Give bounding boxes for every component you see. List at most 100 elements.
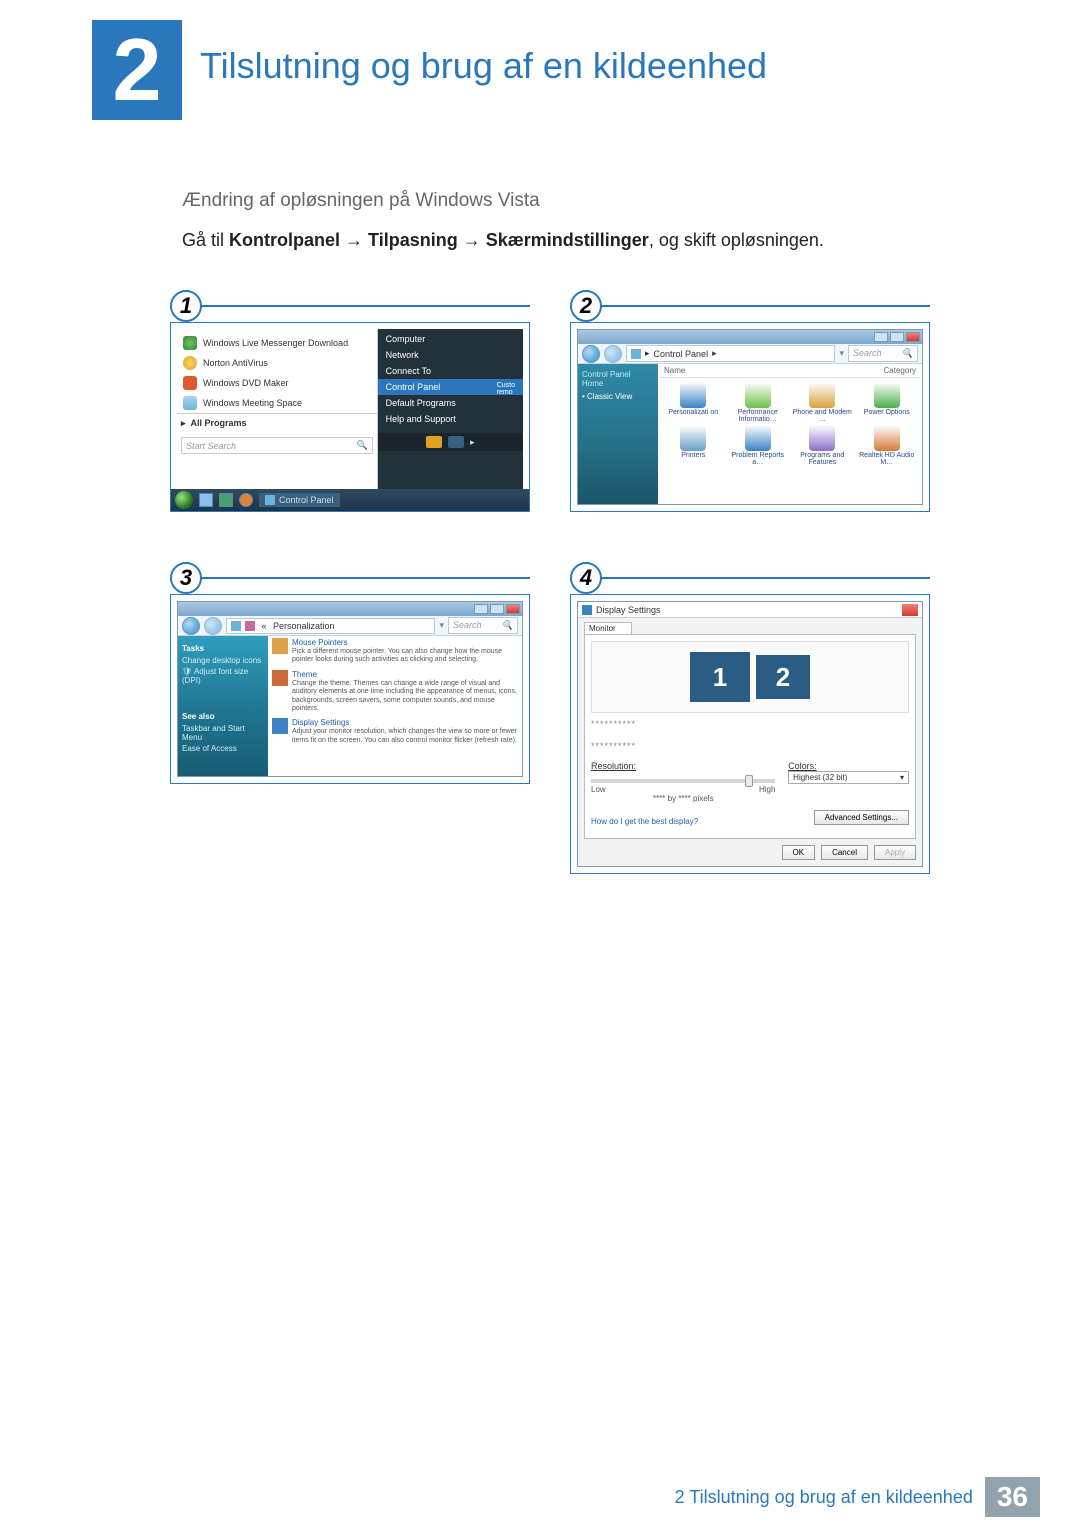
control-panel-icon bbox=[631, 349, 641, 359]
ok-button[interactable]: OK bbox=[782, 845, 816, 860]
search-input[interactable]: Search🔍 bbox=[448, 617, 518, 634]
resolution-value: **** by **** pixels bbox=[591, 794, 775, 803]
screenshot-display-settings: Display Settings Monitor 1 2 ********** … bbox=[570, 594, 930, 874]
dialog-titlebar: Display Settings bbox=[578, 602, 922, 618]
start-right-item-control-panel[interactable]: Control Panel Custoremo bbox=[378, 379, 523, 395]
search-input[interactable]: Search🔍 bbox=[848, 345, 918, 362]
resolution-slider[interactable] bbox=[591, 779, 775, 783]
cp-item-icon bbox=[809, 382, 835, 408]
breadcrumb[interactable]: ▸ Control Panel ▸ bbox=[626, 345, 835, 362]
slider-thumb[interactable] bbox=[745, 775, 753, 787]
cp-item[interactable]: Problem Reports a… bbox=[727, 425, 790, 466]
nav-back-button[interactable] bbox=[182, 617, 200, 635]
nav-forward-button[interactable] bbox=[204, 617, 222, 635]
cp-item-icon bbox=[680, 425, 706, 451]
nav-forward-button[interactable] bbox=[604, 345, 622, 363]
personalization-link[interactable]: Theme bbox=[292, 670, 518, 679]
search-icon: 🔍 bbox=[502, 620, 513, 631]
step-2: 2 ▸ Control Panel ▸ bbox=[570, 290, 930, 512]
step-number: 2 bbox=[570, 290, 602, 322]
page-footer: 2 Tilslutning og brug af en kildeenhed 3… bbox=[0, 1477, 1040, 1517]
taskbar-button-control-panel[interactable]: Control Panel bbox=[259, 493, 340, 507]
maximize-button[interactable] bbox=[890, 332, 904, 342]
sidebar-link[interactable]: Ease of Access bbox=[182, 743, 264, 754]
sidebar-link[interactable]: 🛡 Adjust font size (DPI) bbox=[182, 666, 264, 686]
footer-label: 2 Tilslutning og brug af en kildeenhed bbox=[675, 1487, 973, 1508]
section-icon bbox=[272, 718, 288, 734]
cp-item[interactable]: Printers bbox=[662, 425, 725, 466]
start-orb-icon[interactable] bbox=[175, 491, 193, 509]
footer-page-number: 36 bbox=[985, 1477, 1040, 1517]
cp-home-link[interactable]: Control Panel Home bbox=[582, 368, 654, 390]
section-icon bbox=[272, 638, 288, 654]
power-icon[interactable] bbox=[448, 436, 464, 448]
personalization-icon bbox=[245, 621, 255, 631]
monitor-preview[interactable]: 1 2 bbox=[591, 641, 909, 713]
step-4: 4 Display Settings Monitor 1 2 *********… bbox=[570, 562, 930, 874]
maximize-button[interactable] bbox=[490, 604, 504, 614]
personalization-sidebar: Tasks Change desktop icons 🛡 Adjust font… bbox=[178, 636, 268, 776]
screenshot-personalization: « Personalization ▾ Search🔍 Tasks Change… bbox=[170, 594, 530, 784]
step-number: 1 bbox=[170, 290, 202, 322]
start-right-item[interactable]: Default Programs bbox=[378, 395, 523, 411]
minimize-button[interactable] bbox=[874, 332, 888, 342]
colors-dropdown[interactable]: Highest (32 bit)▾ bbox=[788, 771, 909, 784]
monitor-1[interactable]: 1 bbox=[690, 652, 750, 702]
taskbar: Control Panel bbox=[171, 489, 529, 511]
chevron-right-icon[interactable]: ▸ bbox=[470, 437, 475, 448]
breadcrumb[interactable]: « Personalization bbox=[226, 618, 435, 634]
column-headers: NameCategory bbox=[660, 366, 920, 378]
start-right-item[interactable]: Connect To bbox=[378, 363, 523, 379]
quicklaunch-icon[interactable] bbox=[219, 493, 233, 507]
link-description: Change the theme. Themes can change a wi… bbox=[292, 680, 518, 714]
start-search-input[interactable]: Start Search 🔍 bbox=[181, 437, 373, 454]
dvd-maker-icon bbox=[183, 376, 197, 390]
advanced-settings-button[interactable]: Advanced Settings... bbox=[814, 810, 909, 825]
window-titlebar bbox=[178, 602, 522, 616]
quicklaunch-icon[interactable] bbox=[239, 493, 253, 507]
personalization-link[interactable]: Mouse Pointers bbox=[292, 638, 518, 647]
search-icon: 🔍 bbox=[356, 440, 367, 451]
close-button[interactable] bbox=[906, 332, 920, 342]
blurred-text: ********** bbox=[591, 719, 909, 729]
cp-classic-view-link[interactable]: • Classic View bbox=[582, 390, 654, 403]
cp-item-icon bbox=[745, 382, 771, 408]
control-panel-icon bbox=[265, 495, 275, 505]
resolution-label: Resolution: bbox=[591, 761, 775, 771]
cp-item[interactable]: Performance Informatio… bbox=[727, 382, 790, 423]
tab-monitor[interactable]: Monitor bbox=[584, 622, 632, 634]
cp-item[interactable]: Realtek HD Audio M… bbox=[856, 425, 919, 466]
minimize-button[interactable] bbox=[474, 604, 488, 614]
sidebar-link[interactable]: Change desktop icons bbox=[182, 655, 264, 666]
cp-item[interactable]: Phone and Modem … bbox=[791, 382, 854, 423]
close-button[interactable] bbox=[902, 604, 918, 616]
personalization-link[interactable]: Display Settings bbox=[292, 718, 518, 727]
all-programs[interactable]: ▸ All Programs bbox=[177, 413, 377, 433]
cp-item-icon bbox=[809, 425, 835, 451]
search-icon: 🔍 bbox=[902, 348, 913, 359]
cp-sidebar: Control Panel Home • Classic View bbox=[578, 364, 658, 504]
cp-item[interactable]: Personalizati on bbox=[662, 382, 725, 423]
start-right-item[interactable]: Computer bbox=[378, 331, 523, 347]
start-right-item[interactable]: Help and Support bbox=[378, 411, 523, 427]
link-description: Pick a different mouse pointer. You can … bbox=[292, 648, 518, 665]
cp-item[interactable]: Programs and Features bbox=[791, 425, 854, 466]
lock-icon[interactable] bbox=[426, 436, 442, 448]
close-button[interactable] bbox=[506, 604, 520, 614]
window-titlebar bbox=[578, 330, 922, 344]
display-icon bbox=[582, 605, 592, 615]
section-icon bbox=[272, 670, 288, 686]
cancel-button[interactable]: Cancel bbox=[821, 845, 868, 860]
monitor-2[interactable]: 2 bbox=[756, 655, 810, 699]
start-right-item[interactable]: Network bbox=[378, 347, 523, 363]
cp-item-icon bbox=[874, 382, 900, 408]
apply-button[interactable]: Apply bbox=[874, 845, 916, 860]
sidebar-link[interactable]: Taskbar and Start Menu bbox=[182, 723, 264, 743]
cp-item-icon bbox=[680, 382, 706, 408]
step-number: 4 bbox=[570, 562, 602, 594]
cp-item[interactable]: Power Options bbox=[856, 382, 919, 423]
quicklaunch-icon[interactable] bbox=[199, 493, 213, 507]
nav-back-button[interactable] bbox=[582, 345, 600, 363]
chapter-title: Tilslutning og brug af en kildeenhed bbox=[200, 45, 767, 87]
help-link[interactable]: How do I get the best display? bbox=[591, 817, 698, 826]
